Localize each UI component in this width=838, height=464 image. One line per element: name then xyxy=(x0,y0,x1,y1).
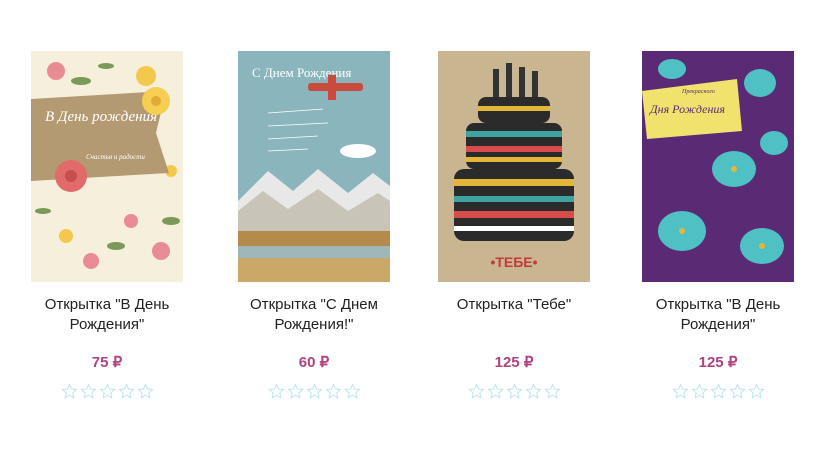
product-price: 60 ₽ xyxy=(298,354,330,371)
rating-stars[interactable] xyxy=(638,383,798,400)
star-outline-icon[interactable] xyxy=(468,383,485,400)
star-outline-icon[interactable] xyxy=(344,383,361,400)
star-outline-icon[interactable] xyxy=(525,383,542,400)
product-image[interactable]: •ТЕБЕ• xyxy=(438,51,590,282)
product-card[interactable]: Прекрасного Дня Рождения Открытка "В Ден… xyxy=(638,51,798,399)
product-grid: В День рождения Счастья и радости Открыт… xyxy=(0,0,838,464)
product-title[interactable]: Открытка "Тебе" xyxy=(434,295,594,315)
star-outline-icon[interactable] xyxy=(287,383,304,400)
rating-stars[interactable] xyxy=(27,383,187,400)
star-outline-icon[interactable] xyxy=(506,383,523,400)
product-title[interactable]: Открытка "В День Рождения" xyxy=(638,295,798,335)
product-price: 125 ₽ xyxy=(698,354,738,371)
product-title[interactable]: Открытка "С Днем Рождения!" xyxy=(234,295,394,335)
star-outline-icon[interactable] xyxy=(99,383,116,400)
product-card[interactable]: В День рождения Счастья и радости Открыт… xyxy=(27,51,187,399)
card-image-title: В День рождения xyxy=(45,109,157,125)
product-title[interactable]: Открытка "В День Рождения" xyxy=(27,295,187,335)
star-outline-icon[interactable] xyxy=(544,383,561,400)
mountain-card-illustration: С Днем Рождения xyxy=(238,51,390,282)
svg-text:Счастья и радости: Счастья и радости xyxy=(86,153,145,161)
star-outline-icon[interactable] xyxy=(80,383,97,400)
product-image[interactable]: В День рождения Счастья и радости xyxy=(31,51,183,282)
star-outline-icon[interactable] xyxy=(118,383,135,400)
star-outline-icon[interactable] xyxy=(748,383,765,400)
star-outline-icon[interactable] xyxy=(268,383,285,400)
card-image-title: •ТЕБЕ• xyxy=(490,254,537,270)
product-card[interactable]: С Днем Рождения Открытка "С Днем Рождени… xyxy=(234,51,394,399)
product-image[interactable]: С Днем Рождения xyxy=(238,51,390,282)
rating-stars[interactable] xyxy=(434,383,594,400)
svg-text:Прекрасного: Прекрасного xyxy=(681,89,715,95)
product-card[interactable]: •ТЕБЕ• Открытка "Тебе" 125 ₽ xyxy=(434,51,594,399)
star-outline-icon[interactable] xyxy=(729,383,746,400)
star-outline-icon[interactable] xyxy=(61,383,78,400)
product-price: 75 ₽ xyxy=(91,354,123,371)
card-image-title: Дня Рождения xyxy=(649,102,725,116)
star-outline-icon[interactable] xyxy=(691,383,708,400)
star-outline-icon[interactable] xyxy=(306,383,323,400)
product-price: 125 ₽ xyxy=(494,354,534,371)
star-outline-icon[interactable] xyxy=(325,383,342,400)
star-outline-icon[interactable] xyxy=(672,383,689,400)
floral-card-illustration: В День рождения Счастья и радости xyxy=(31,51,183,282)
cake-card-illustration: •ТЕБЕ• xyxy=(438,51,590,282)
rating-stars[interactable] xyxy=(234,383,394,400)
flower-card-illustration: Прекрасного Дня Рождения xyxy=(642,51,794,282)
star-outline-icon[interactable] xyxy=(137,383,154,400)
star-outline-icon[interactable] xyxy=(487,383,504,400)
product-image[interactable]: Прекрасного Дня Рождения xyxy=(642,51,794,282)
star-outline-icon[interactable] xyxy=(710,383,727,400)
card-image-title: С Днем Рождения xyxy=(252,65,351,80)
